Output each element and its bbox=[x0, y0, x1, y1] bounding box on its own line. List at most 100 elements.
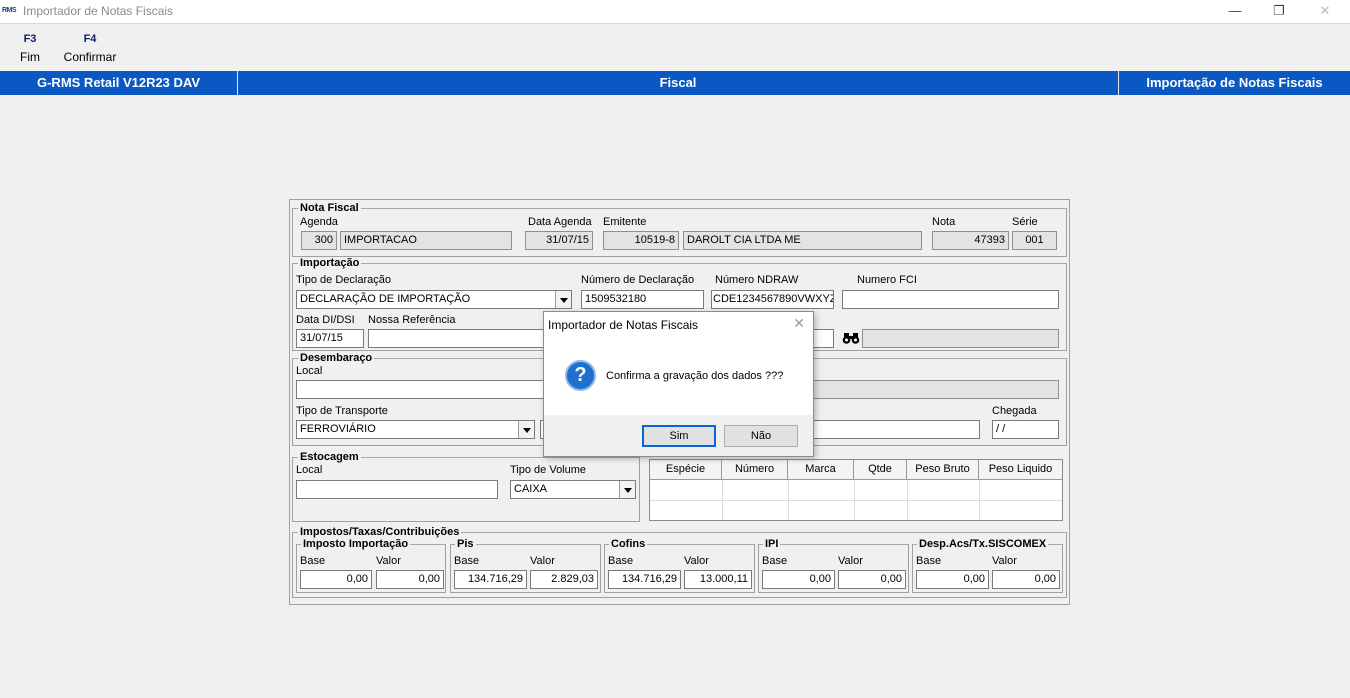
binoculars-icon[interactable] bbox=[842, 330, 860, 349]
estocagem-legend: Estocagem bbox=[300, 451, 359, 463]
agenda-code-field[interactable]: 300 bbox=[301, 231, 337, 250]
banner-module: Fiscal bbox=[659, 75, 697, 90]
grid-header-especie[interactable]: Espécie bbox=[650, 460, 722, 480]
chevron-down-icon[interactable] bbox=[619, 481, 635, 498]
f4-action-label: Confirmar bbox=[63, 50, 117, 64]
pis-valor-field[interactable]: 2.829,03 bbox=[530, 570, 598, 589]
confirm-dialog: Importador de Notas Fiscais ✕ ? Confirma… bbox=[543, 311, 814, 457]
grid-header-numero[interactable]: Número bbox=[722, 460, 788, 480]
emitente-name-field[interactable]: DAROLT CIA LTDA ME bbox=[683, 231, 922, 250]
grid-header-peso-liquido[interactable]: Peso Liquido bbox=[979, 460, 1062, 480]
desembaraco-local-label: Local bbox=[296, 365, 323, 377]
pis-base-field[interactable]: 134.716,29 bbox=[454, 570, 527, 589]
grid-col-line bbox=[979, 480, 980, 520]
tipo-declaracao-value: DECLARAÇÃO DE IMPORTAÇÃO bbox=[300, 293, 471, 305]
tipo-declaracao-select[interactable]: DECLARAÇÃO DE IMPORTAÇÃO bbox=[296, 290, 572, 309]
numero-ndraw-field[interactable]: CDE1234567890VWXYZ bbox=[711, 290, 834, 309]
question-icon: ? bbox=[565, 360, 596, 391]
cofins-valor-label: Valor bbox=[684, 555, 709, 567]
emitente-code-field[interactable]: 10519-8 bbox=[603, 231, 679, 250]
siscomex-valor-field[interactable]: 0,00 bbox=[992, 570, 1060, 589]
restore-button[interactable]: ❐ bbox=[1256, 2, 1302, 22]
cofins-base-label: Base bbox=[608, 555, 634, 567]
minimize-button[interactable]: — bbox=[1212, 2, 1258, 22]
grid-header-marca[interactable]: Marca bbox=[788, 460, 854, 480]
chegada-field[interactable]: / / bbox=[992, 420, 1059, 439]
chevron-down-icon[interactable] bbox=[555, 291, 571, 308]
grid-row-line bbox=[650, 500, 1062, 501]
ipi-valor-field[interactable]: 0,00 bbox=[838, 570, 906, 589]
grid-header-qtde[interactable]: Qtde bbox=[854, 460, 907, 480]
pis-valor-label: Valor bbox=[530, 555, 555, 567]
cofins-base-field[interactable]: 134.716,29 bbox=[608, 570, 681, 589]
ipi-base-label: Base bbox=[762, 555, 788, 567]
estocagem-local-label: Local bbox=[296, 464, 323, 476]
close-button[interactable]: ✕ bbox=[1302, 2, 1348, 22]
dialog-close-icon[interactable]: ✕ bbox=[793, 315, 805, 332]
desembaraco-local-field[interactable] bbox=[296, 380, 546, 399]
lookup-result-field[interactable] bbox=[862, 329, 1059, 348]
siscomex-base-field[interactable]: 0,00 bbox=[916, 570, 989, 589]
emitente-label: Emitente bbox=[603, 216, 647, 228]
dialog-title: Importador de Notas Fiscais bbox=[548, 318, 699, 332]
grid-col-line bbox=[722, 480, 723, 520]
tipo-volume-select[interactable]: CAIXA bbox=[510, 480, 636, 499]
siscomex-base-label: Base bbox=[916, 555, 942, 567]
tipo-declaracao-label: Tipo de Declaração bbox=[296, 274, 391, 286]
banner-product: G-RMS Retail V12R23 DAV bbox=[36, 75, 201, 90]
transport-extra-field[interactable] bbox=[812, 420, 980, 439]
nota-field[interactable]: 47393 bbox=[932, 231, 1009, 250]
tipo-volume-label: Tipo de Volume bbox=[510, 464, 587, 476]
chevron-down-icon[interactable] bbox=[518, 421, 534, 438]
data-di-field[interactable]: 31/07/15 bbox=[296, 329, 364, 348]
banner-screen: Importação de Notas Fiscais bbox=[1146, 75, 1323, 90]
agenda-desc-field[interactable]: IMPORTACAO bbox=[340, 231, 512, 250]
desembaraco-legend: Desembaraço bbox=[300, 352, 373, 364]
siscomex-valor-label: Valor bbox=[992, 555, 1017, 567]
grid-col-line bbox=[907, 480, 908, 520]
f3-fim-button[interactable]: F3 Fim bbox=[8, 31, 52, 67]
agenda-label: Agenda bbox=[300, 216, 338, 228]
tipo-transporte-value: FERROVIÁRIO bbox=[300, 423, 376, 435]
f4-confirmar-button[interactable]: F4 Confirmar bbox=[60, 31, 120, 67]
data-agenda-label: Data Agenda bbox=[528, 216, 592, 228]
numero-declaracao-field[interactable]: 1509532180 bbox=[581, 290, 704, 309]
f4-key-label: F4 bbox=[83, 33, 97, 45]
cofins-legend: Cofins bbox=[611, 538, 646, 550]
data-agenda-field[interactable]: 31/07/15 bbox=[525, 231, 593, 250]
f3-action-label: Fim bbox=[20, 50, 40, 64]
grid-col-line bbox=[854, 480, 855, 520]
pis-legend: Pis bbox=[457, 538, 474, 550]
impostos-legend: Impostos/Taxas/Contribuições bbox=[300, 526, 460, 538]
tipo-transporte-label: Tipo de Transporte bbox=[296, 405, 388, 417]
sim-button[interactable]: Sim bbox=[642, 425, 716, 447]
numero-ndraw-label: Número NDRAW bbox=[715, 274, 799, 286]
header-banner: G-RMS Retail V12R23 DAV Fiscal Importaçã… bbox=[0, 71, 1350, 95]
ii-valor-field[interactable]: 0,00 bbox=[376, 570, 444, 589]
imposto-importacao-legend: Imposto Importação bbox=[303, 538, 409, 550]
ipi-valor-label: Valor bbox=[838, 555, 863, 567]
tipo-volume-value: CAIXA bbox=[514, 483, 548, 495]
hidden-partial-field[interactable] bbox=[812, 329, 834, 348]
desembaraco-local-desc-field[interactable] bbox=[812, 380, 1059, 399]
nossa-referencia-field[interactable] bbox=[368, 329, 548, 348]
estocagem-local-field[interactable] bbox=[296, 480, 498, 499]
grid-col-line bbox=[788, 480, 789, 520]
f3-key-label: F3 bbox=[23, 33, 37, 45]
app-logo: RMS bbox=[2, 7, 17, 14]
ipi-base-field[interactable]: 0,00 bbox=[762, 570, 835, 589]
nao-button[interactable]: Não bbox=[724, 425, 798, 447]
cofins-valor-field[interactable]: 13.000,11 bbox=[684, 570, 752, 589]
ii-base-field[interactable]: 0,00 bbox=[300, 570, 372, 589]
volumes-grid[interactable]: Espécie Número Marca Qtde Peso Bruto Pes… bbox=[649, 459, 1063, 521]
ii-base-label: Base bbox=[300, 555, 326, 567]
chegada-label: Chegada bbox=[992, 405, 1037, 417]
grid-header-peso-bruto[interactable]: Peso Bruto bbox=[907, 460, 979, 480]
ii-valor-label: Valor bbox=[376, 555, 401, 567]
numero-fci-field[interactable] bbox=[842, 290, 1059, 309]
numero-declaracao-label: Número de Declaração bbox=[581, 274, 695, 286]
tipo-transporte-select[interactable]: FERROVIÁRIO bbox=[296, 420, 535, 439]
nossa-referencia-label: Nossa Referência bbox=[368, 314, 456, 326]
serie-field[interactable]: 001 bbox=[1012, 231, 1057, 250]
importacao-legend: Importação bbox=[300, 257, 360, 269]
